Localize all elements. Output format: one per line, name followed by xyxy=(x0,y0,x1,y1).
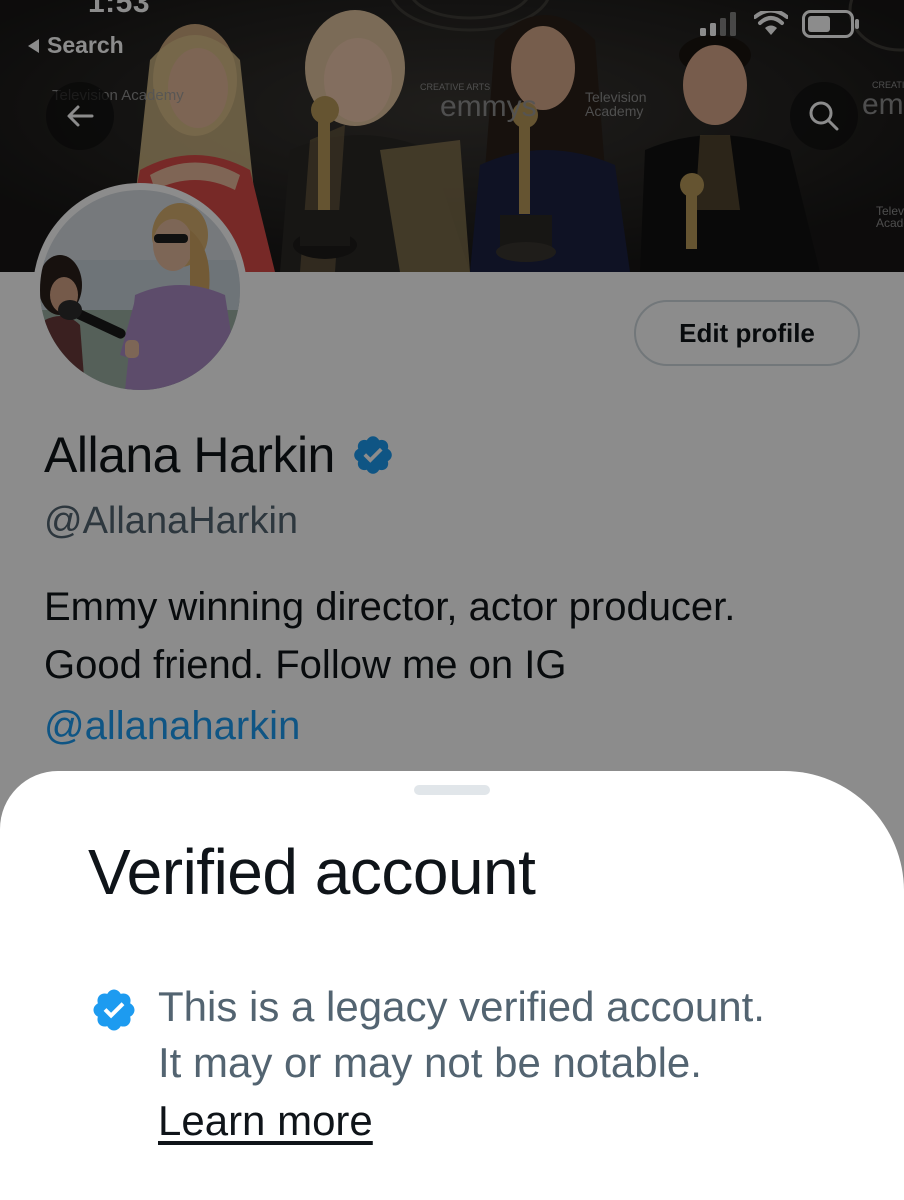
sheet-drag-handle[interactable] xyxy=(414,785,490,795)
verified-badge-icon xyxy=(90,986,138,1039)
sheet-description-line: This is a legacy verified account. xyxy=(158,983,765,1030)
verified-account-sheet: Verified account This is a legacy verifi… xyxy=(0,771,904,1200)
screen: Television Academy CREATIVE ARTS emmys T… xyxy=(0,0,904,1200)
sheet-description-line: It may or may not be notable. xyxy=(158,1039,702,1086)
learn-more-link[interactable]: Learn more xyxy=(158,1097,373,1145)
sheet-description: This is a legacy verified account. It ma… xyxy=(158,979,878,1091)
sheet-title: Verified account xyxy=(88,836,536,908)
